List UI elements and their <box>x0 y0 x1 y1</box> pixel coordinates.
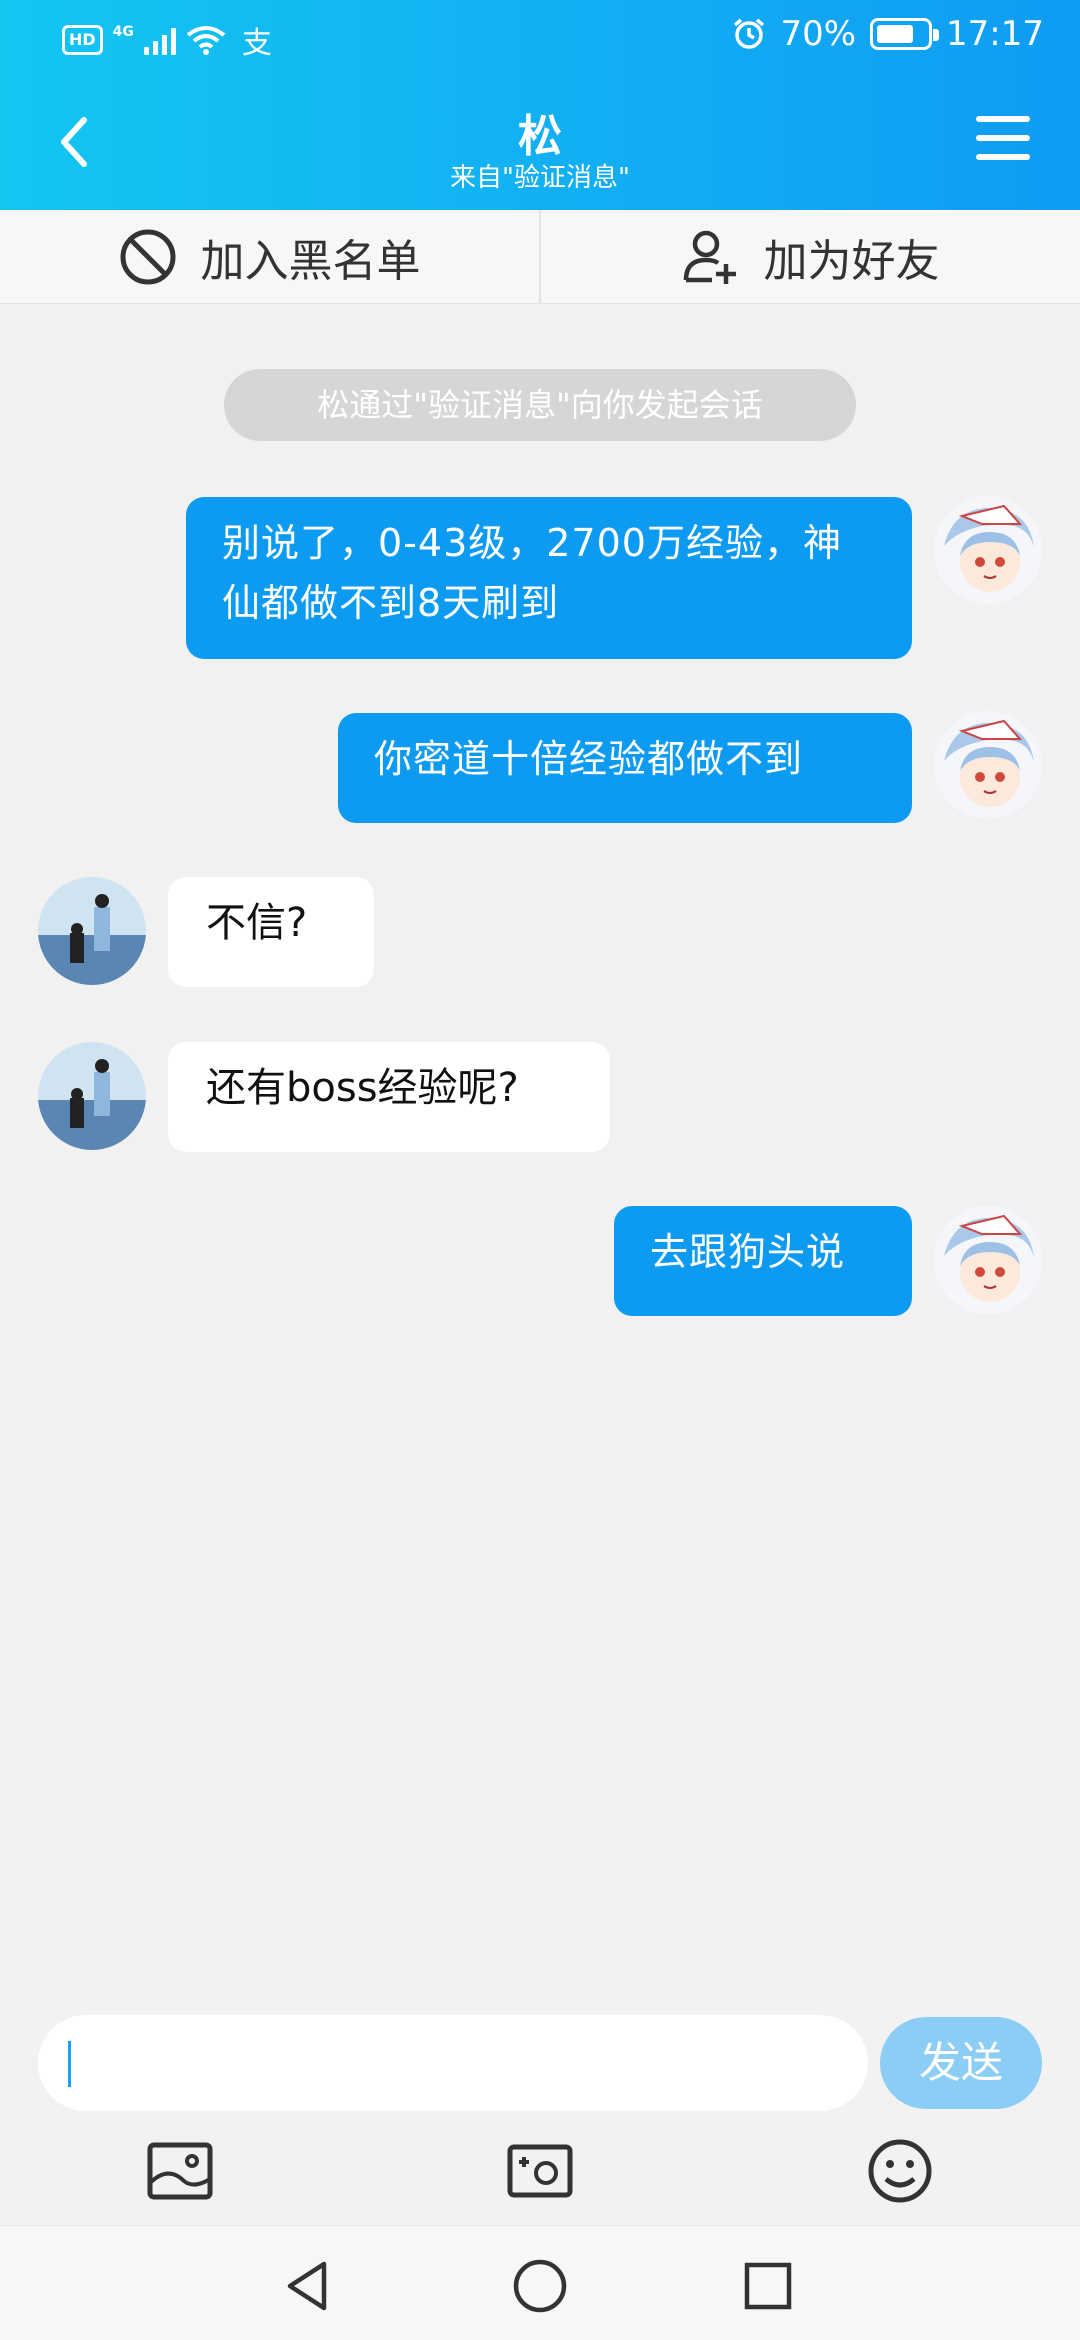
chat-subtitle: 来自"验证消息" <box>450 163 630 193</box>
header: HD 4G 支 70% 17:17 松 来自"验证消息" <box>0 0 1080 210</box>
hd-badge: HD <box>62 25 103 55</box>
message-bubble-outgoing[interactable]: 去跟狗头说 <box>614 1206 912 1316</box>
menu-icon[interactable] <box>976 116 1030 164</box>
block-icon <box>120 229 175 284</box>
contact-avatar[interactable] <box>38 877 146 985</box>
my-avatar[interactable] <box>934 1206 1042 1314</box>
chat-title: 松 <box>518 111 562 162</box>
message-input[interactable] <box>38 2015 868 2111</box>
status-left: HD 4G 支 <box>62 18 272 62</box>
network-type: 4G <box>112 24 134 40</box>
message-bubble-outgoing[interactable]: 别说了，0-43级，2700万经验，神仙都做不到8天刷到 <box>186 497 912 659</box>
battery-icon <box>870 18 940 50</box>
message-bubble-incoming[interactable]: 还有boss经验呢? <box>168 1042 610 1152</box>
clock: 17:17 <box>946 14 1044 54</box>
status-right: 70% 17:17 <box>732 14 1044 54</box>
add-friend-label: 加为好友 <box>763 235 940 287</box>
wifi-icon <box>186 26 226 55</box>
system-nav-bar <box>0 2225 1080 2340</box>
text-caret <box>68 2041 71 2087</box>
block-label: 加入黑名单 <box>200 235 421 287</box>
system-notice: 松通过"验证消息"向你发起会话 <box>224 369 856 441</box>
recents-square-icon[interactable] <box>738 2256 798 2316</box>
emoji-icon[interactable] <box>864 2135 936 2207</box>
send-button[interactable]: 发送 <box>880 2017 1042 2109</box>
message-bubble-outgoing[interactable]: 你密道十倍经验都做不到 <box>338 713 912 823</box>
my-avatar[interactable] <box>934 711 1042 819</box>
block-button[interactable]: 加入黑名单 <box>0 210 539 303</box>
message-bubble-incoming[interactable]: 不信? <box>168 877 374 987</box>
alipay-icon: 支 <box>241 26 272 61</box>
camera-icon[interactable] <box>504 2135 576 2207</box>
image-icon[interactable] <box>144 2135 216 2207</box>
contact-avatar[interactable] <box>38 1042 146 1150</box>
input-bar: 发送 <box>0 1995 1080 2225</box>
back-triangle-icon[interactable] <box>278 2256 338 2316</box>
battery-percent: 70% <box>780 14 857 54</box>
status-bar: HD 4G 支 70% 17:17 <box>0 0 1080 72</box>
action-bar: 加入黑名单 加为好友 <box>0 210 1080 304</box>
my-avatar[interactable] <box>934 496 1042 604</box>
alarm-icon <box>734 18 765 49</box>
home-circle-icon[interactable] <box>510 2256 570 2316</box>
add-person-icon <box>683 230 736 284</box>
chat-screen: HD 4G 支 70% 17:17 松 来自"验证消息" 加入黑名单 加为好友 … <box>0 0 1080 2340</box>
add-friend-button[interactable]: 加为好友 <box>539 210 1080 303</box>
signal-icon <box>143 25 176 55</box>
